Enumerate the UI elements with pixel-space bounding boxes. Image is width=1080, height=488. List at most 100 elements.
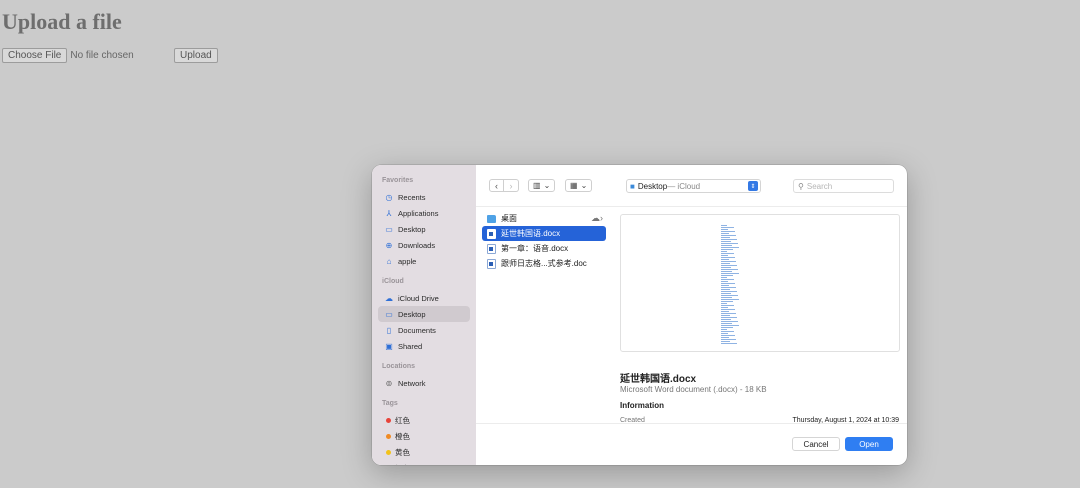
preview-text-line [721, 261, 736, 262]
desktop-icon: ▭ [385, 224, 393, 234]
sidebar-item-icloud-drive[interactable]: ☁ iCloud Drive [378, 290, 470, 306]
sidebar-item-label: Shared [398, 341, 423, 351]
preview-text-line [721, 275, 733, 276]
preview-text-line [721, 255, 728, 256]
preview-text-line [721, 333, 728, 334]
folder-icon: ■ [630, 181, 635, 191]
upload-button[interactable]: Upload [174, 48, 218, 63]
preview-text-line [721, 335, 735, 336]
sidebar-item-apple[interactable]: ⌂ apple [378, 253, 470, 269]
preview-text-line [721, 265, 737, 266]
preview-text-line [721, 329, 727, 330]
sidebar-item-network[interactable]: ⊚ Network [378, 375, 470, 391]
file-item[interactable]: 第一章：语音.docx [482, 241, 606, 256]
preview-text-line [721, 323, 732, 324]
icloud-section-title: iCloud [382, 278, 404, 285]
sidebar-tag-orange[interactable]: 橙色 [378, 428, 470, 444]
document-icon: ▯ [386, 325, 392, 335]
preview-text-line [721, 313, 736, 314]
preview-text-line [721, 303, 727, 304]
preview-text-line [721, 339, 736, 340]
tag-color-dot [386, 433, 391, 439]
sidebar-item-label: 绿色 [395, 463, 410, 466]
sidebar-item-icloud-desktop[interactable]: ▭ Desktop [378, 306, 470, 322]
open-button[interactable]: Open [845, 437, 893, 451]
file-item-folder[interactable]: 桌面 ☁› [482, 211, 606, 226]
cancel-button[interactable]: Cancel [792, 437, 840, 451]
preview-text-line [721, 315, 730, 316]
info-file-name: 延世韩国语.docx [620, 374, 697, 385]
sidebar-item-applications[interactable]: ⅄ Applications [378, 205, 470, 221]
file-item-selected[interactable]: 延世韩国语.docx [482, 226, 606, 241]
preview-text-line [721, 317, 737, 318]
search-icon: ⚲ [798, 181, 804, 191]
preview-text-line [721, 225, 727, 226]
cloud-icon: ☁ [385, 293, 393, 303]
clock-icon: ◷ [385, 192, 393, 202]
location-name: Desktop [637, 181, 668, 191]
locations-section-title: Locations [382, 363, 416, 370]
preview-text-line [721, 235, 736, 236]
network-icon: ⊚ [385, 378, 393, 388]
sidebar-item-downloads[interactable]: ⊕ Downloads [378, 237, 470, 253]
search-field[interactable]: ⚲ [793, 179, 894, 193]
cloud-download-icon[interactable]: ☁› [591, 213, 603, 224]
preview-text-line [721, 249, 733, 250]
favorites-section-title: Favorites [382, 177, 414, 184]
forward-button[interactable]: › [504, 179, 519, 192]
preview-text-line [721, 299, 739, 300]
preview-text-line [721, 273, 739, 274]
sidebar-item-label: 黄色 [395, 447, 410, 457]
preview-text-line [721, 271, 732, 272]
column-view-button[interactable]: ▥ ⌄ [528, 179, 556, 192]
preview-text-line [721, 331, 734, 332]
sidebar-item-documents[interactable]: ▯ Documents [378, 322, 470, 338]
preview-text-line [721, 229, 728, 230]
sidebar-item-recents[interactable]: ◷ Recents [378, 189, 470, 205]
file-name: 跟师日志格...式参考.doc [501, 259, 587, 268]
sidebar-item-label: Documents [398, 325, 436, 335]
preview-text-line [721, 319, 731, 320]
sidebar-item-label: Network [398, 378, 426, 388]
word-document-icon [487, 228, 496, 239]
word-document-icon [487, 258, 496, 269]
sidebar-item-label: apple [398, 256, 417, 266]
preview-text-line [721, 309, 735, 310]
preview-text-line [721, 231, 735, 232]
preview-text-line [721, 279, 734, 280]
preview-text-line [721, 283, 735, 284]
sidebar-item-shared[interactable]: ▣ Shared [378, 338, 470, 354]
sidebar-item-desktop[interactable]: ▭ Desktop [378, 221, 470, 237]
sidebar-tag-red[interactable]: 红色 [378, 412, 470, 428]
preview-text-line [721, 285, 729, 286]
back-button[interactable]: ‹ [489, 179, 504, 192]
group-view-button[interactable]: ▦ ⌄ [565, 179, 593, 192]
preview-text-line [721, 297, 732, 298]
preview-text-line [721, 281, 728, 282]
location-dropdown[interactable]: ■ Desktop — iCloud ⇕ [626, 179, 761, 193]
tag-color-dot [386, 417, 391, 423]
dialog-sidebar: Favorites ◷ Recents ⅄ Applications ▭ Des… [372, 165, 476, 465]
desktop-icon: ▭ [385, 309, 393, 319]
word-document-icon [487, 243, 496, 254]
preview-text-line [721, 237, 730, 238]
sidebar-item-label: Applications [398, 208, 439, 218]
preview-text-line [721, 341, 730, 342]
file-item[interactable]: 跟师日志格...式参考.doc [482, 256, 606, 271]
chevron-left-icon: ‹ [495, 180, 498, 191]
preview-text-line [721, 263, 730, 264]
sidebar-item-label: 红色 [395, 415, 410, 425]
info-file-type: Microsoft Word document (.docx) - 18 KB [620, 385, 767, 394]
back-forward-group: ‹ › [489, 179, 519, 192]
choose-file-button[interactable]: Choose File [2, 48, 68, 63]
sidebar-tag-green[interactable]: 绿色 [378, 460, 470, 466]
sidebar-tag-yellow[interactable]: 黄色 [378, 444, 470, 460]
sidebar-item-label: 橙色 [395, 431, 410, 441]
document-preview [620, 214, 900, 352]
preview-text-line [721, 277, 727, 278]
tag-color-dot [386, 449, 391, 455]
columns-icon: ▥ [533, 181, 541, 190]
chevron-right-icon: › [509, 180, 513, 191]
search-input[interactable] [806, 181, 887, 191]
applications-icon: ⅄ [386, 208, 392, 218]
